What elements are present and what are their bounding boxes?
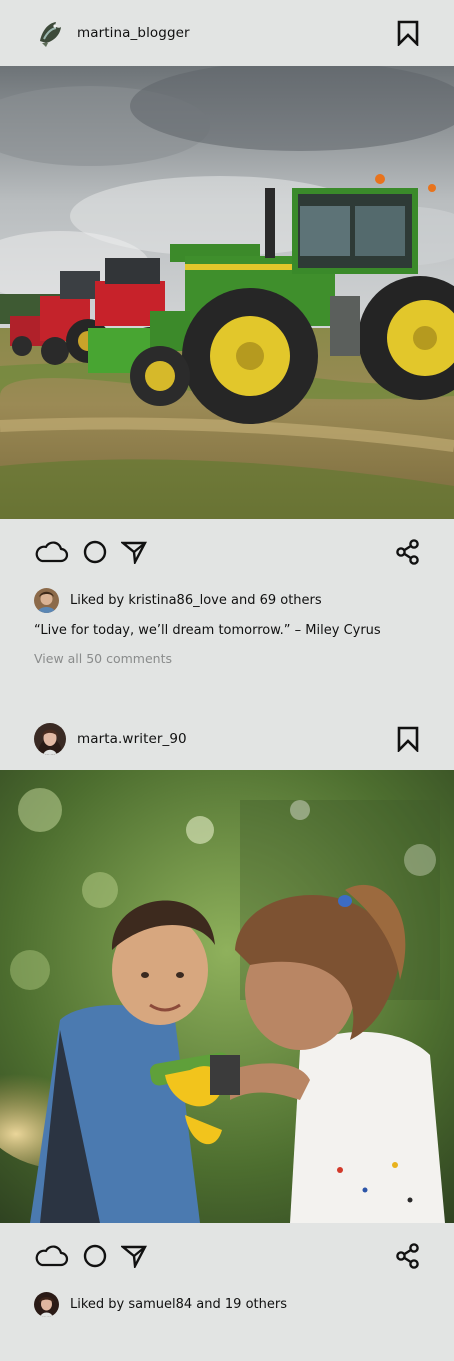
post-1: martina_blogger Liked by kristina86_love… — [0, 0, 454, 666]
post-header: martina_blogger — [0, 0, 454, 66]
bird-avatar-icon — [34, 17, 66, 49]
send-icon[interactable] — [121, 540, 147, 564]
post-actions — [0, 519, 454, 585]
likes-text[interactable]: Liked by kristina86_love and 69 others — [70, 593, 322, 608]
user-avatar[interactable] — [34, 17, 66, 49]
likes-row: Liked by kristina86_love and 69 others — [0, 585, 454, 615]
cloud-icon[interactable] — [33, 1244, 69, 1268]
circle-icon[interactable] — [83, 1244, 107, 1268]
post-actions — [0, 1223, 454, 1289]
liker-avatar-icon — [34, 587, 59, 613]
username[interactable]: martina_blogger — [77, 25, 190, 41]
post-photo[interactable] — [0, 66, 454, 519]
woman-avatar-icon — [34, 722, 66, 755]
liker-avatar[interactable] — [34, 1291, 59, 1317]
cloud-icon[interactable] — [33, 540, 69, 564]
view-comments-link[interactable]: View all 50 comments — [0, 651, 454, 666]
post-caption: “Live for today, we’ll dream tomorrow.” … — [34, 623, 381, 638]
post-header: marta.writer_90 — [0, 707, 454, 770]
send-icon[interactable] — [121, 1244, 147, 1268]
username[interactable]: marta.writer_90 — [77, 731, 187, 747]
share-icon[interactable] — [396, 1243, 420, 1269]
post-2: marta.writer_90 Liked by samuel84 and 19… — [0, 707, 454, 1319]
tractors-photo — [0, 66, 454, 519]
liker-avatar[interactable] — [34, 587, 59, 613]
share-icon[interactable] — [396, 539, 420, 565]
feed: martina_blogger Liked by kristina86_love… — [0, 0, 454, 1361]
likes-text[interactable]: Liked by samuel84 and 19 others — [70, 1297, 287, 1312]
user-avatar[interactable] — [34, 722, 66, 755]
bookmark-icon[interactable] — [396, 20, 420, 48]
children-photo — [0, 770, 454, 1223]
bookmark-icon[interactable] — [396, 726, 420, 753]
post-photo[interactable] — [0, 770, 454, 1223]
likes-row: Liked by samuel84 and 19 others — [0, 1289, 454, 1319]
liker-avatar-icon — [34, 1291, 59, 1317]
circle-icon[interactable] — [83, 540, 107, 564]
